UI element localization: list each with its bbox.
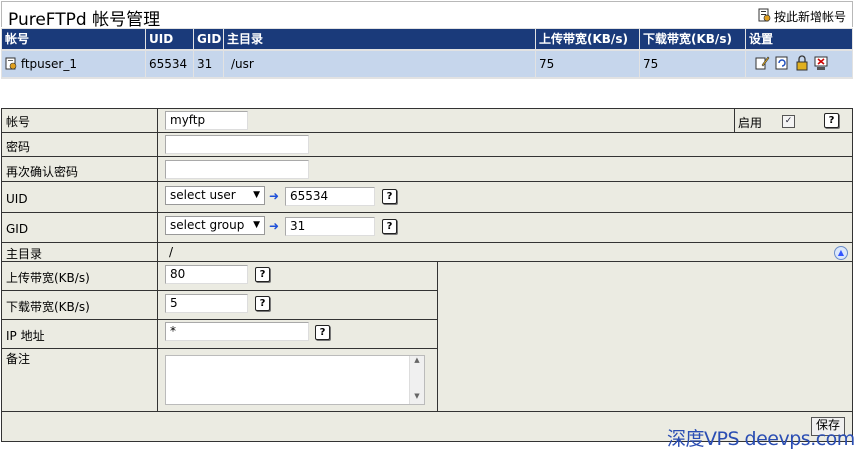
note-textarea[interactable]: ▲ ▼	[165, 355, 425, 405]
uid-select-value: select user	[170, 188, 236, 202]
gid-label: GID	[6, 222, 29, 236]
confirm-password-row	[2, 157, 852, 182]
column-header-download: 下载带宽(KB/s)	[640, 29, 745, 49]
edit-user-icon[interactable]	[754, 55, 770, 71]
table-row-download-cell: 75	[640, 51, 745, 77]
page-header: PureFTPd 帐号管理 按此新增帐号	[1, 1, 853, 30]
column-header-gid: GID	[194, 29, 223, 49]
note-label: 备注	[6, 352, 31, 366]
uid-select[interactable]: select user ▼	[165, 186, 265, 205]
chevron-down-icon: ▼	[253, 190, 260, 200]
add-user-icon	[757, 8, 771, 25]
account-input[interactable]: myftp	[165, 111, 248, 130]
confirm-password-label: 再次确认密码	[6, 165, 79, 179]
gid-input[interactable]: 31	[285, 217, 375, 236]
table-row-uid-cell: 65534	[146, 51, 193, 77]
collapse-icon[interactable]: ▲	[834, 246, 848, 260]
account-row	[2, 109, 852, 133]
enable-checkbox[interactable]: ✓	[782, 115, 795, 128]
confirm-password-field[interactable]	[165, 160, 309, 179]
uid-input[interactable]: 65534	[285, 187, 375, 206]
account-name: ftpuser_1	[20, 57, 77, 71]
uid-help-icon[interactable]: ?	[382, 189, 397, 204]
table-row-gid-cell: 31	[194, 51, 223, 77]
password-field[interactable]	[165, 135, 309, 154]
scroll-up-icon: ▲	[414, 356, 420, 364]
add-user-label: 按此新增帐号	[773, 10, 846, 24]
ip-label: IP 地址	[6, 329, 45, 343]
upload-input[interactable]: 80	[165, 265, 248, 284]
password-row	[2, 133, 852, 157]
column-header-home: 主目录	[224, 29, 535, 49]
gid-select[interactable]: select group ▼	[165, 216, 265, 235]
home-label: 主目录	[6, 247, 43, 261]
enable-label: 启用	[738, 116, 763, 130]
ip-help-icon[interactable]: ?	[315, 325, 330, 340]
download-label: 下载带宽(KB/s)	[6, 300, 90, 314]
column-header-uid: UID	[146, 29, 193, 49]
home-row	[2, 243, 852, 262]
home-value: /	[169, 245, 174, 259]
chevron-down-icon: ▼	[253, 220, 260, 230]
table-row-home-cell: /usr	[224, 51, 535, 77]
scroll-down-icon: ▼	[414, 392, 420, 400]
lock-icon[interactable]	[794, 55, 810, 71]
column-header-account: 帐号	[2, 29, 145, 49]
column-header-settings: 设置	[746, 29, 852, 49]
gid-help-icon[interactable]: ?	[382, 219, 397, 234]
uid-row	[2, 182, 852, 213]
gid-row	[2, 213, 852, 243]
download-help-icon[interactable]: ?	[255, 296, 270, 311]
user-edit-form: 帐号 myftp 启用 ✓ ? 密码 再次确认密码 UID select use…	[1, 108, 853, 442]
watermark: 深度VPS deevps.com	[667, 428, 855, 450]
uid-label: UID	[6, 192, 28, 206]
table-row-account-cell[interactable]: ftpuser_1	[2, 51, 145, 77]
arrow-right-icon: ➜	[269, 189, 280, 203]
user-file-icon	[5, 57, 17, 70]
refresh-user-icon[interactable]	[774, 55, 790, 71]
ip-input[interactable]: *	[165, 322, 309, 341]
delete-user-icon[interactable]	[813, 55, 829, 71]
password-label: 密码	[6, 140, 31, 154]
user-list: 帐号 UID GID 主目录 上传带宽(KB/s) 下载带宽(KB/s) 设置 …	[1, 28, 853, 79]
add-user-link[interactable]: 按此新增帐号	[757, 8, 846, 25]
textarea-scrollbar[interactable]: ▲ ▼	[409, 356, 424, 404]
column-header-upload: 上传带宽(KB/s)	[536, 29, 639, 49]
gid-select-value: select group	[170, 218, 245, 232]
page-title: PureFTPd 帐号管理	[8, 10, 161, 30]
account-label: 帐号	[6, 115, 31, 129]
upload-help-icon[interactable]: ?	[255, 267, 270, 282]
account-help-icon[interactable]: ?	[824, 113, 839, 128]
table-row-upload-cell: 75	[536, 51, 639, 77]
download-input[interactable]: 5	[165, 294, 248, 313]
arrow-right-icon: ➜	[269, 219, 280, 233]
table-row-settings-cell	[746, 51, 852, 77]
upload-label: 上传带宽(KB/s)	[6, 271, 90, 285]
